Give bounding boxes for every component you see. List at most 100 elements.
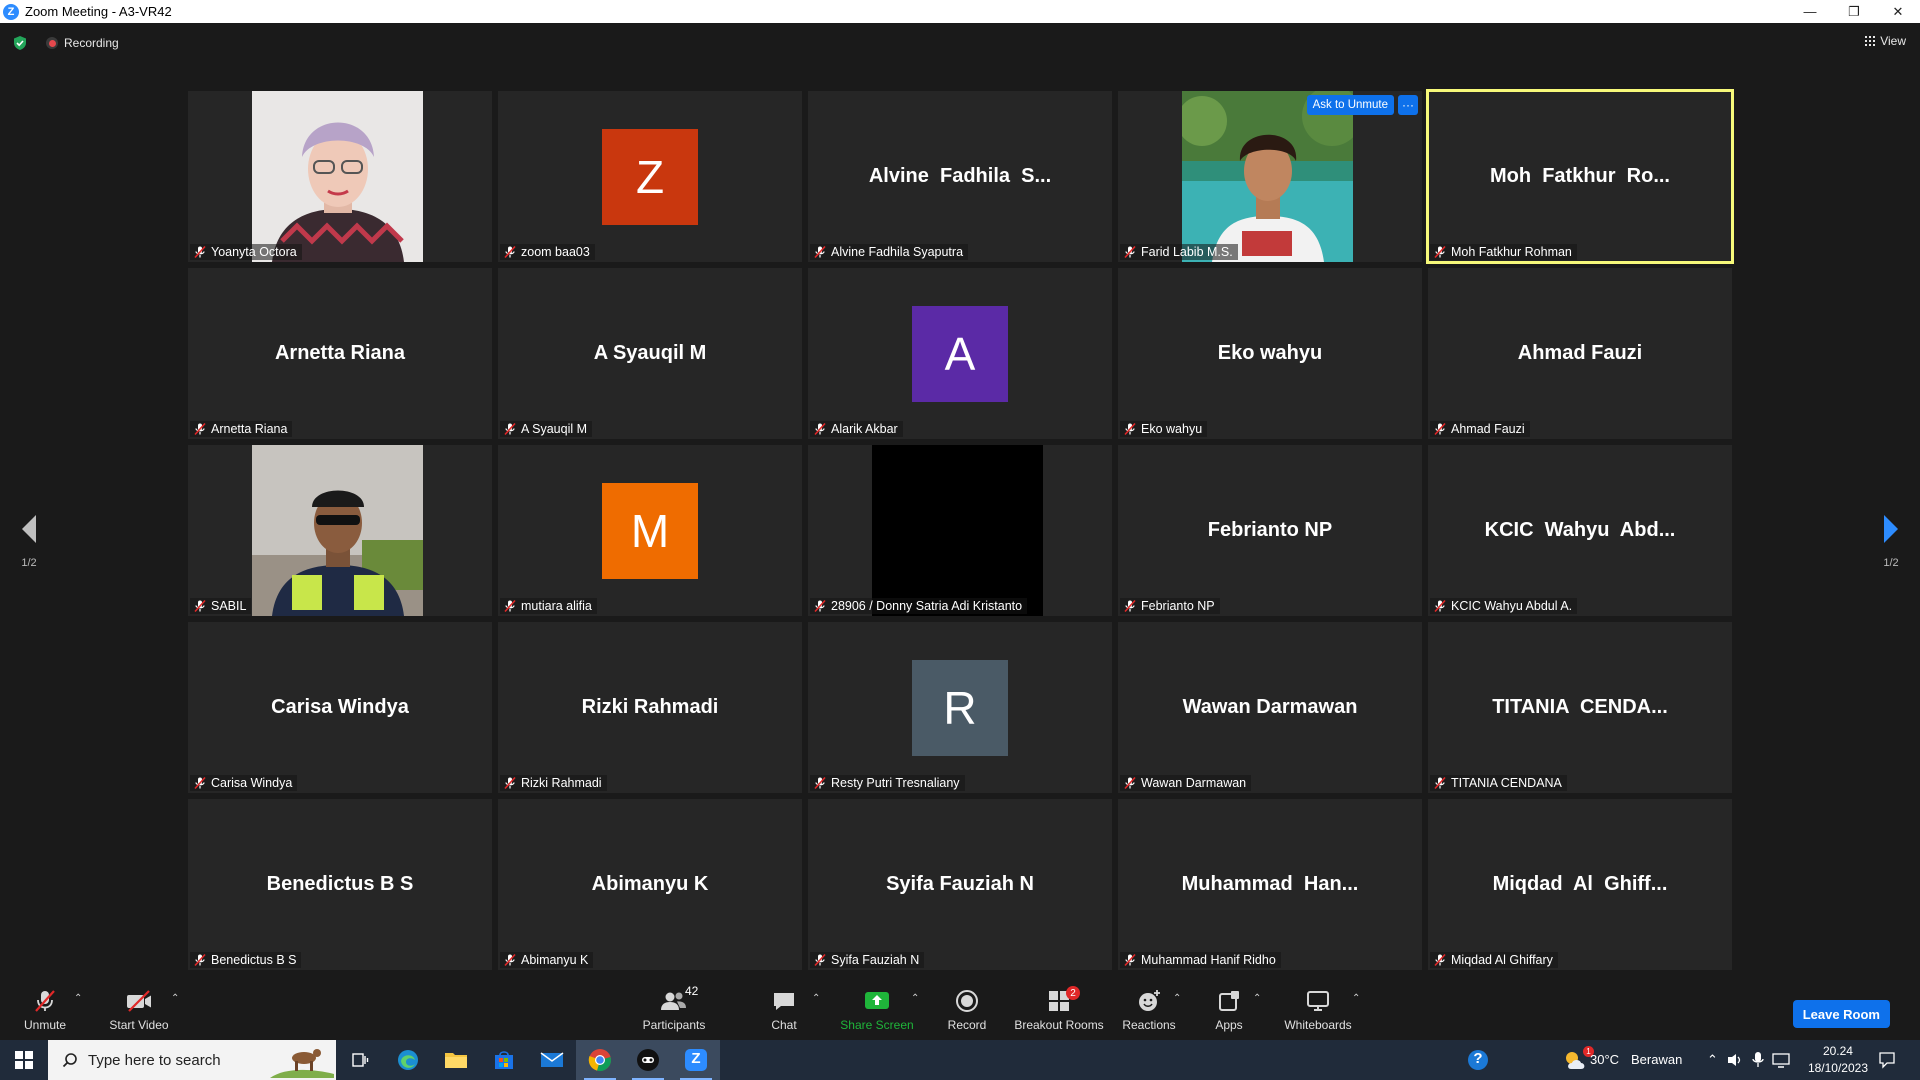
participant-name-label: Carisa Windya (190, 775, 298, 791)
zoom-taskbar-icon[interactable]: Z (672, 1040, 720, 1080)
chat-options-caret-icon[interactable]: ⌃ (812, 993, 820, 1004)
zoom-taskbar-letter: Z (691, 1050, 701, 1067)
participant-tile[interactable]: KCIC Wahyu Abd... KCIC Wahyu Abdul A. (1428, 445, 1732, 616)
start-video-button[interactable]: Start Video (104, 978, 174, 1040)
apps-options-caret-icon[interactable]: ⌃ (1253, 993, 1261, 1004)
muted-mic-icon (814, 776, 826, 790)
leave-room-button[interactable]: Leave Room (1792, 1000, 1890, 1028)
participant-tile[interactable]: A Alarik Akbar (808, 268, 1112, 439)
participant-tile[interactable]: Ask to Unmute ··· Farid Labib M.S. (1118, 91, 1422, 262)
participant-video (252, 445, 423, 616)
participant-tile[interactable]: Eko wahyu Eko wahyu (1118, 268, 1422, 439)
reactions-button[interactable]: Reactions (1120, 978, 1178, 1040)
microsoft-store-icon[interactable] (480, 1040, 528, 1080)
participant-tile[interactable]: Miqdad Al Ghiff... Miqdad Al Ghiffary (1428, 799, 1732, 970)
participant-tile[interactable]: Alvine Fadhila S... Alvine Fadhila Syaput… (808, 91, 1112, 262)
participant-name: Yoanyta Octora (211, 245, 297, 259)
participant-name: Alarik Akbar (831, 422, 898, 436)
volume-icon[interactable] (1726, 1052, 1744, 1068)
edge-browser-icon[interactable] (384, 1040, 432, 1080)
participant-tile[interactable]: Muhammad Han... Muhammad Hanif Ridho (1118, 799, 1422, 970)
participant-tile[interactable]: TITANIA CENDA... TITANIA CENDANA (1428, 622, 1732, 793)
file-explorer-icon[interactable] (432, 1040, 480, 1080)
participant-tile[interactable]: Yoanyta Octora (188, 91, 492, 262)
participant-name: Rizki Rahmadi (521, 776, 602, 790)
participant-tile[interactable]: Syifa Fauziah N Syifa Fauziah N (808, 799, 1112, 970)
taskbar-search-box[interactable]: Type here to search (48, 1040, 336, 1080)
audio-options-caret-icon[interactable]: ⌃ (74, 993, 82, 1004)
participant-tile[interactable]: Wawan Darmawan Wawan Darmawan (1118, 622, 1422, 793)
participant-name-label: Febrianto NP (1120, 598, 1220, 614)
participant-display-name: Muhammad Han... (1181, 873, 1359, 895)
share-screen-button[interactable]: Share Screen (840, 978, 914, 1040)
windows-start-icon[interactable] (0, 1040, 48, 1080)
reactions-options-caret-icon[interactable]: ⌃ (1173, 993, 1181, 1004)
tray-chevron-icon[interactable]: ⌃ (1707, 1052, 1718, 1068)
breakout-rooms-button[interactable]: 2 Breakout Rooms (1013, 978, 1105, 1040)
muted-mic-icon (32, 986, 58, 1016)
help-icon[interactable]: ? (1454, 1040, 1502, 1080)
participant-tile[interactable]: A Syauqil M A Syauqil M (498, 268, 802, 439)
participant-name: Eko wahyu (1141, 422, 1203, 436)
participant-avatar: A (912, 305, 1008, 402)
close-button[interactable]: ✕ (1876, 0, 1920, 23)
microphone-tray-icon[interactable] (1752, 1051, 1764, 1069)
network-icon[interactable] (1772, 1052, 1790, 1068)
participant-display-name: Arnetta Riana (274, 342, 406, 364)
participant-tile[interactable]: Ahmad Fauzi Ahmad Fauzi (1428, 268, 1732, 439)
participant-name-label: SABIL (190, 598, 252, 614)
notification-center-icon[interactable] (1878, 1051, 1896, 1069)
participant-tile[interactable]: Rizki Rahmadi Rizki Rahmadi (498, 622, 802, 793)
participant-tile[interactable]: Moh Fatkhur Ro... Moh Fatkhur Rohman (1426, 89, 1734, 264)
participant-display-name: A Syauqil M (593, 342, 707, 364)
participant-display-name: Ahmad Fauzi (1517, 342, 1643, 364)
participant-name: Muhammad Hanif Ridho (1141, 953, 1276, 967)
record-icon (954, 986, 980, 1016)
whiteboards-button[interactable]: Whiteboards (1281, 978, 1355, 1040)
participant-display-name: KCIC Wahyu Abd... (1484, 519, 1676, 541)
participant-tile[interactable]: Abimanyu K Abimanyu K (498, 799, 802, 970)
participant-tile[interactable]: Benedictus B S Benedictus B S (188, 799, 492, 970)
muted-mic-icon (1124, 422, 1136, 436)
mail-icon[interactable] (528, 1040, 576, 1080)
muted-mic-icon (504, 599, 516, 613)
record-button[interactable]: Record (942, 978, 992, 1040)
participant-tile[interactable]: Arnetta Riana Arnetta Riana (188, 268, 492, 439)
participant-avatar: Z (602, 128, 698, 225)
apps-button[interactable]: Apps (1212, 978, 1246, 1040)
participant-tile[interactable]: Carisa Windya Carisa Windya (188, 622, 492, 793)
participants-button[interactable]: 42 Participants (640, 978, 708, 1040)
more-options-icon[interactable]: ··· (1398, 95, 1418, 115)
view-button[interactable]: View (1865, 34, 1906, 48)
participant-tile[interactable]: SABIL (188, 445, 492, 616)
video-options-caret-icon[interactable]: ⌃ (171, 993, 179, 1004)
whiteboards-options-caret-icon[interactable]: ⌃ (1352, 993, 1360, 1004)
window-title: Zoom Meeting - A3-VR42 (25, 4, 172, 19)
recording-indicator[interactable]: Recording (46, 36, 119, 50)
chrome-icon[interactable] (576, 1040, 624, 1080)
weather-condition: Berawan (1631, 1052, 1683, 1067)
page-indicator-right: 1/2 (1883, 557, 1899, 569)
participant-tile[interactable]: R Resty Putri Tresnaliany (808, 622, 1112, 793)
participant-tile[interactable]: Febrianto NP Febrianto NP (1118, 445, 1422, 616)
app-circle-icon[interactable] (624, 1040, 672, 1080)
minimize-button[interactable]: — (1788, 0, 1832, 23)
next-page-button[interactable]: 1/2 (1876, 512, 1906, 569)
participant-tile[interactable]: 28906 / Donny Satria Adi Kristanto (808, 445, 1112, 616)
participant-tile[interactable]: Mmutiara alifia (498, 445, 802, 616)
restore-button[interactable]: ❐ (1832, 0, 1876, 23)
participant-display-name: Moh Fatkhur Ro... (1490, 165, 1670, 187)
task-view-icon[interactable] (336, 1040, 384, 1080)
participant-tile[interactable]: Zzoom baa03 (498, 91, 802, 262)
whiteboards-label: Whiteboards (1284, 1018, 1352, 1032)
taskbar-clock[interactable]: 20.24 18/10/2023 (1808, 1043, 1868, 1077)
search-icon (62, 1053, 77, 1068)
security-shield-icon[interactable] (12, 35, 28, 51)
chat-button[interactable]: Chat (764, 978, 804, 1040)
weather-temperature: 30°C (1590, 1052, 1620, 1067)
unmute-button[interactable]: Unmute (16, 978, 74, 1040)
share-options-caret-icon[interactable]: ⌃ (911, 993, 919, 1004)
ask-to-unmute-button[interactable]: Ask to Unmute (1306, 95, 1394, 115)
previous-page-button[interactable]: 1/2 (14, 512, 44, 569)
participant-name-label: Rizki Rahmadi (500, 775, 607, 791)
